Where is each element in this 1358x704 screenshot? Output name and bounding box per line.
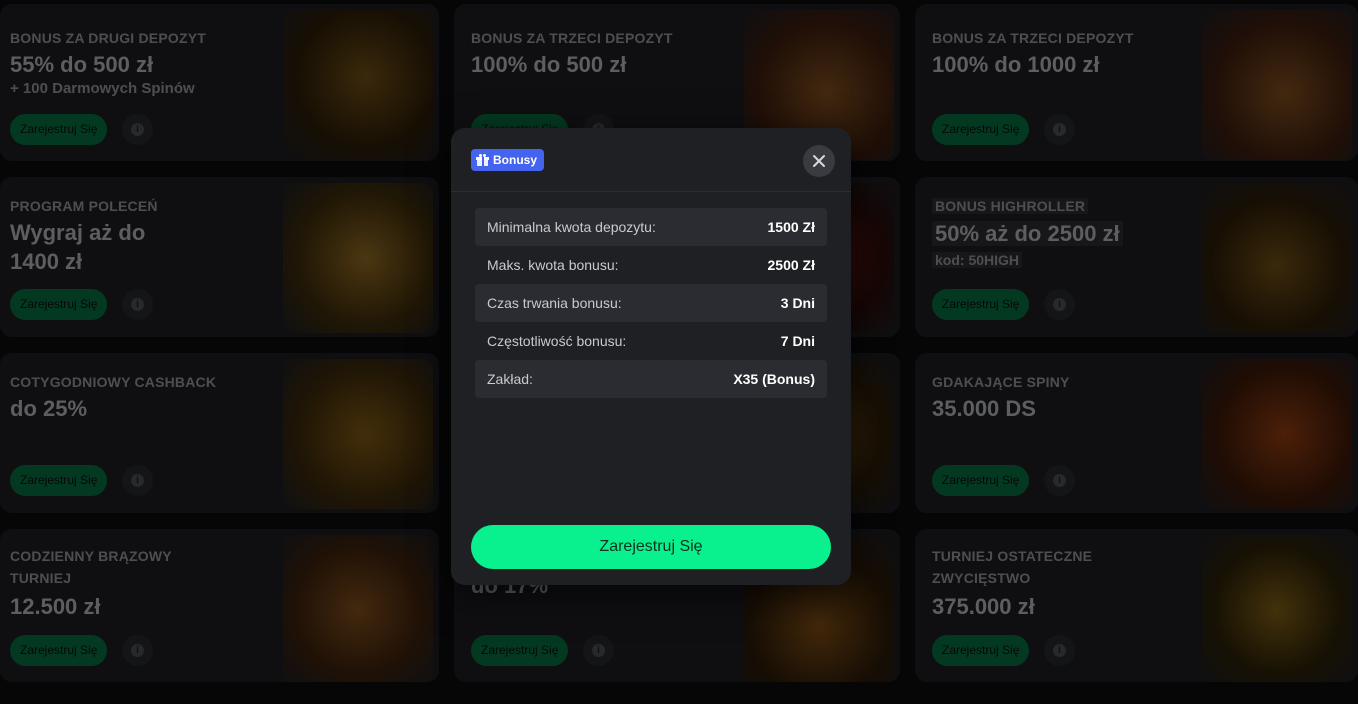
detail-label: Minimalna kwota depozytu: xyxy=(487,219,656,235)
detail-row-max-bonus: Maks. kwota bonusu: 2500 Zł xyxy=(475,246,827,284)
gift-icon xyxy=(476,154,489,166)
detail-row-min-deposit: Minimalna kwota depozytu: 1500 Zł xyxy=(475,208,827,246)
detail-row-wager: Zakład: X35 (Bonus) xyxy=(475,360,827,398)
bonus-details-list: Minimalna kwota depozytu: 1500 Zł Maks. … xyxy=(475,208,827,398)
detail-label: Czas trwania bonusu: xyxy=(487,295,622,311)
detail-value: 2500 Zł xyxy=(767,257,815,273)
modal-header: Bonusy xyxy=(451,128,851,192)
detail-row-duration: Czas trwania bonusu: 3 Dni xyxy=(475,284,827,322)
promotions-page: BONUS ZA DRUGI DEPOZYT 55% do 500 zł + 1… xyxy=(0,0,1358,704)
detail-value: 3 Dni xyxy=(780,295,815,311)
detail-value: 1500 Zł xyxy=(767,219,815,235)
detail-label: Zakład: xyxy=(487,371,533,387)
bonus-badge: Bonusy xyxy=(471,149,545,171)
detail-row-frequency: Częstotliwość bonusu: 7 Dni xyxy=(475,322,827,360)
badge-label: Bonusy xyxy=(493,153,538,167)
register-cta-button[interactable]: Zarejestruj Się xyxy=(471,525,831,569)
detail-label: Częstotliwość bonusu: xyxy=(487,333,627,349)
detail-value: X35 (Bonus) xyxy=(733,371,815,387)
detail-value: 7 Dni xyxy=(780,333,815,349)
close-button[interactable] xyxy=(803,145,835,177)
close-icon xyxy=(813,155,825,167)
detail-label: Maks. kwota bonusu: xyxy=(487,257,619,273)
bonus-details-modal: Bonusy Minimalna kwota depozytu: 1500 Zł… xyxy=(451,128,851,585)
